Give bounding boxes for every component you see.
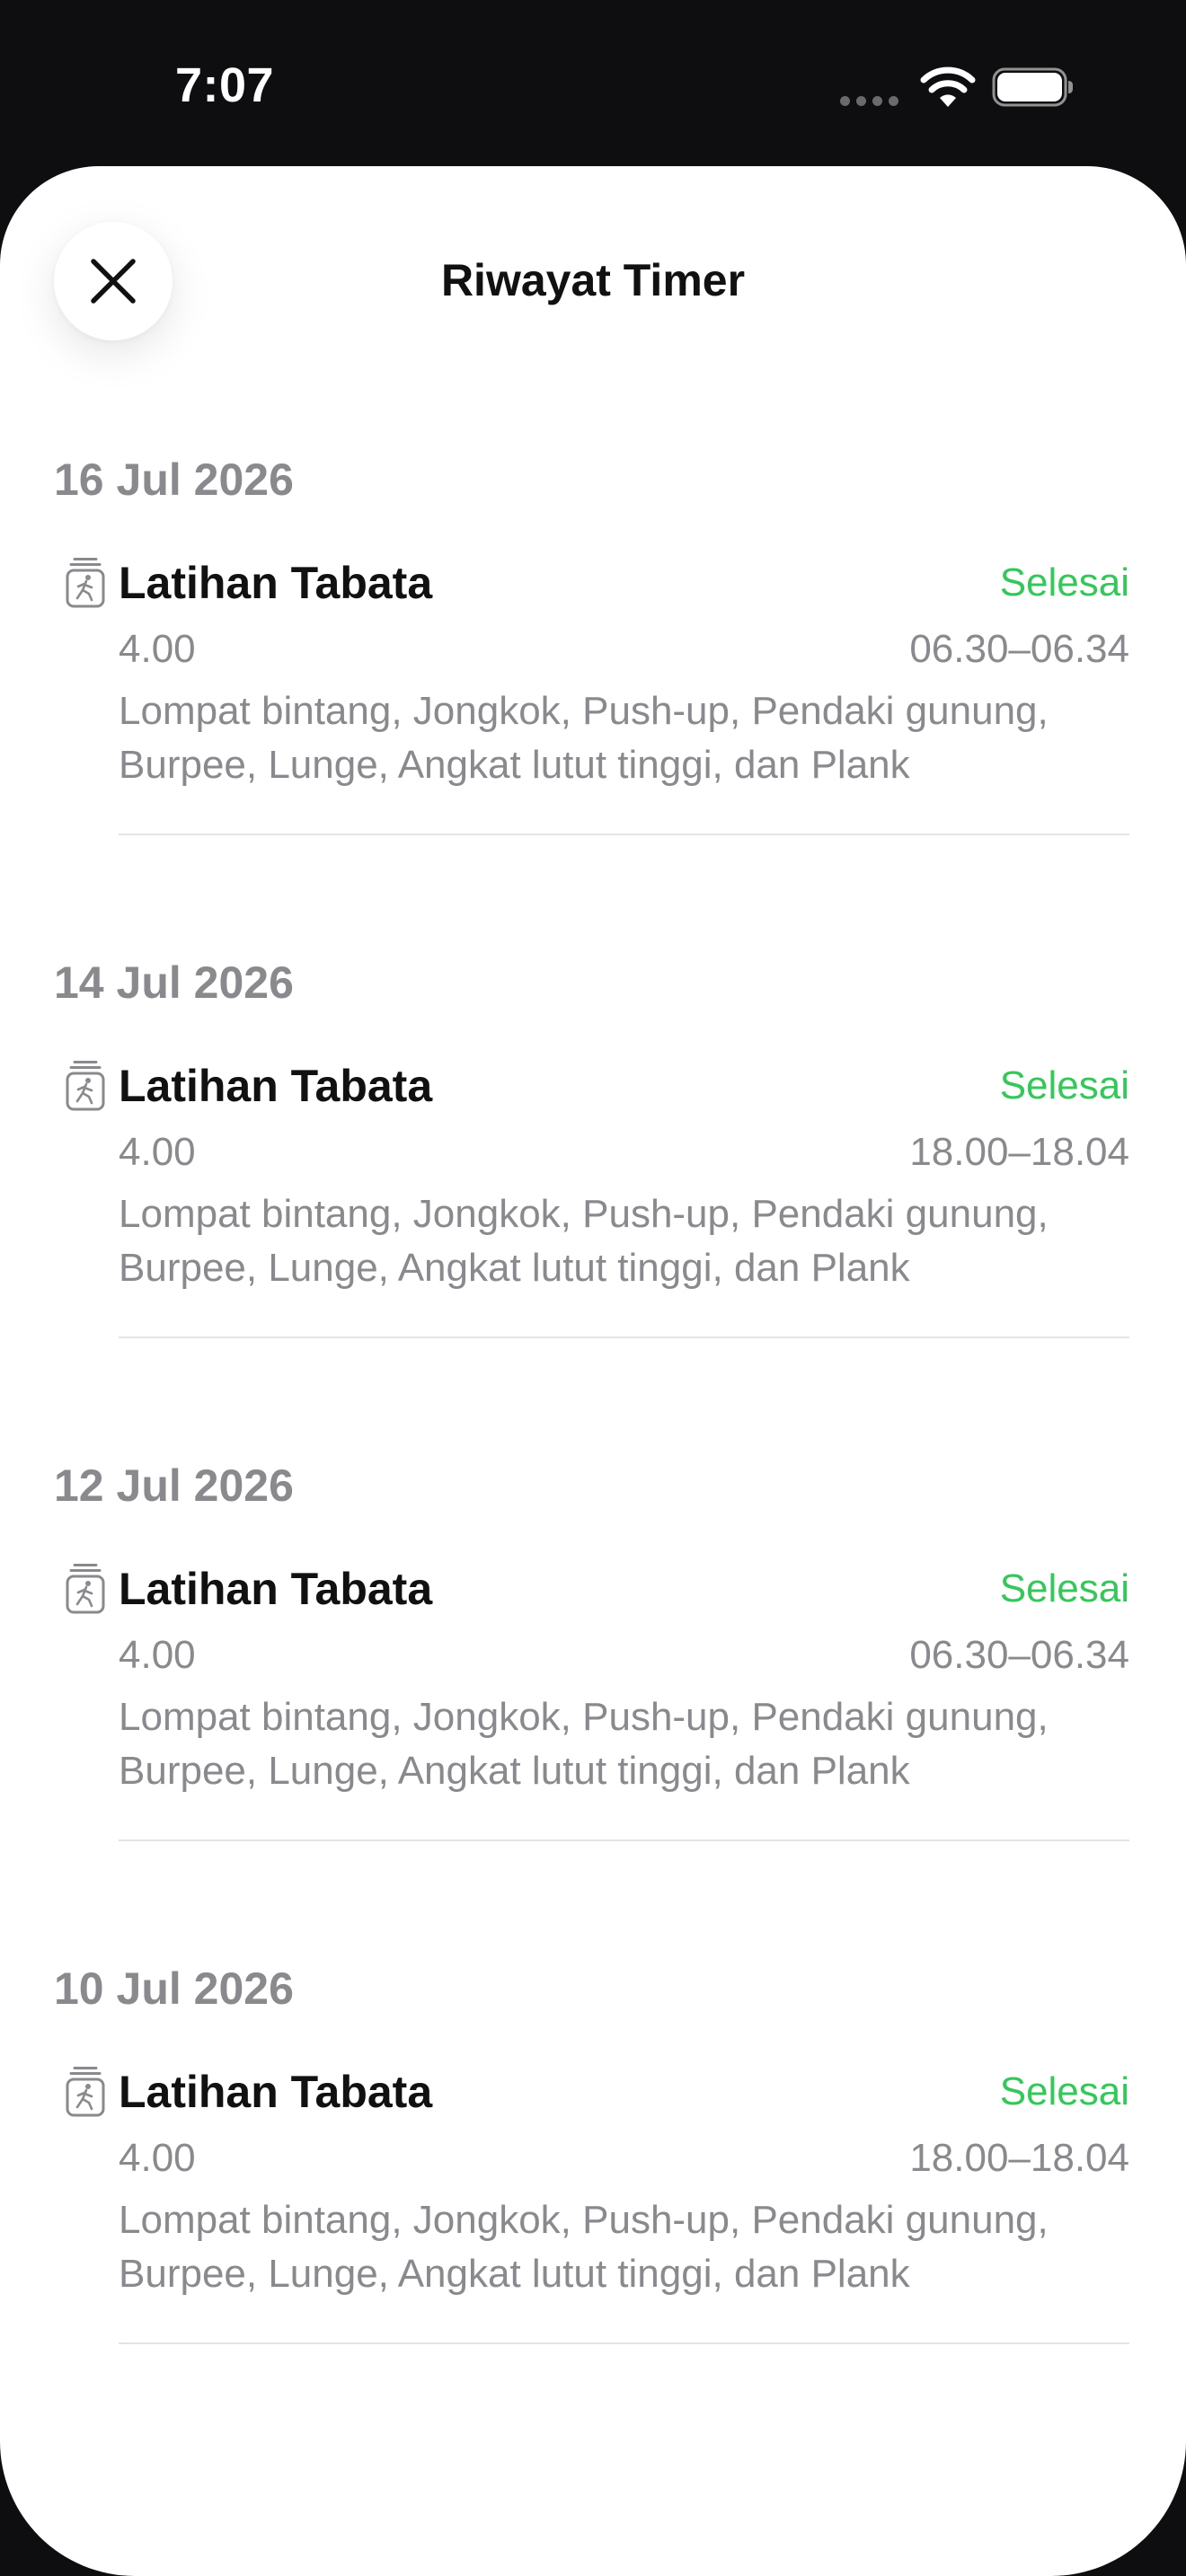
history-section: 12 Jul 2026 Latihan Tabata Selesai 4.00 … — [0, 1460, 1186, 1963]
divider — [119, 834, 1129, 835]
section-date: 16 Jul 2026 — [54, 454, 294, 505]
entry-time-range: 18.00–18.04 — [909, 1130, 1129, 1174]
status-badge: Selesai — [999, 1566, 1129, 1610]
history-section: 10 Jul 2026 Latihan Tabata Selesai 4.00 … — [0, 1963, 1186, 2466]
history-section: 16 Jul 2026 Latihan Tabata Selesai 4.00 … — [0, 454, 1186, 957]
timer-history-sheet: Riwayat Timer 16 Jul 2026 Latihan Tabata… — [0, 166, 1186, 2576]
exercise-timer-icon — [66, 1564, 105, 1614]
cellular-signal-icon — [840, 96, 898, 106]
entry-title: Latihan Tabata — [119, 1061, 433, 1111]
entry-description: Lompat bintang, Jongkok, Push-up, Pendak… — [119, 1695, 1049, 1793]
exercise-timer-icon — [66, 558, 105, 608]
section-date: 12 Jul 2026 — [54, 1460, 294, 1511]
entry-description: Lompat bintang, Jongkok, Push-up, Pendak… — [119, 2198, 1049, 2296]
page-title: Riwayat Timer — [440, 255, 746, 305]
divider — [119, 1839, 1129, 1841]
divider — [119, 1337, 1129, 1338]
entry-duration: 4.00 — [119, 2136, 196, 2180]
entry-title: Latihan Tabata — [119, 1564, 433, 1614]
entry-duration: 4.00 — [119, 1633, 196, 1677]
exercise-timer-icon — [66, 2067, 105, 2117]
entry-time-range: 18.00–18.04 — [909, 2136, 1129, 2180]
history-entry[interactable]: Latihan Tabata Selesai 4.00 18.00–18.04 … — [0, 1060, 1186, 1356]
entry-time-range: 06.30–06.34 — [909, 1633, 1129, 1677]
entry-description: Lompat bintang, Jongkok, Push-up, Pendak… — [119, 1192, 1049, 1290]
status-badge: Selesai — [999, 560, 1129, 604]
entry-duration: 4.00 — [119, 627, 196, 671]
status-badge: Selesai — [999, 1063, 1129, 1107]
exercise-timer-icon — [66, 1061, 105, 1111]
entry-time-range: 06.30–06.34 — [909, 627, 1129, 671]
entry-description: Lompat bintang, Jongkok, Push-up, Pendak… — [119, 689, 1049, 787]
section-date: 10 Jul 2026 — [54, 1963, 294, 2014]
divider — [119, 2342, 1129, 2344]
wifi-icon — [920, 66, 976, 107]
status-time: 7:07 — [175, 58, 275, 112]
history-entry[interactable]: Latihan Tabata Selesai 4.00 06.30–06.34 … — [0, 557, 1186, 853]
entry-title: Latihan Tabata — [119, 558, 433, 608]
history-entry[interactable]: Latihan Tabata Selesai 4.00 06.30–06.34 … — [0, 1563, 1186, 1859]
status-badge: Selesai — [999, 2069, 1129, 2113]
entry-duration: 4.00 — [119, 1130, 196, 1174]
section-date: 14 Jul 2026 — [54, 957, 294, 1008]
entry-title: Latihan Tabata — [119, 2067, 433, 2117]
battery-icon — [992, 67, 1073, 107]
history-entry[interactable]: Latihan Tabata Selesai 4.00 18.00–18.04 … — [0, 2066, 1186, 2362]
status-bar: 7:07 — [0, 0, 1186, 166]
history-section: 14 Jul 2026 Latihan Tabata Selesai 4.00 … — [0, 957, 1186, 1460]
